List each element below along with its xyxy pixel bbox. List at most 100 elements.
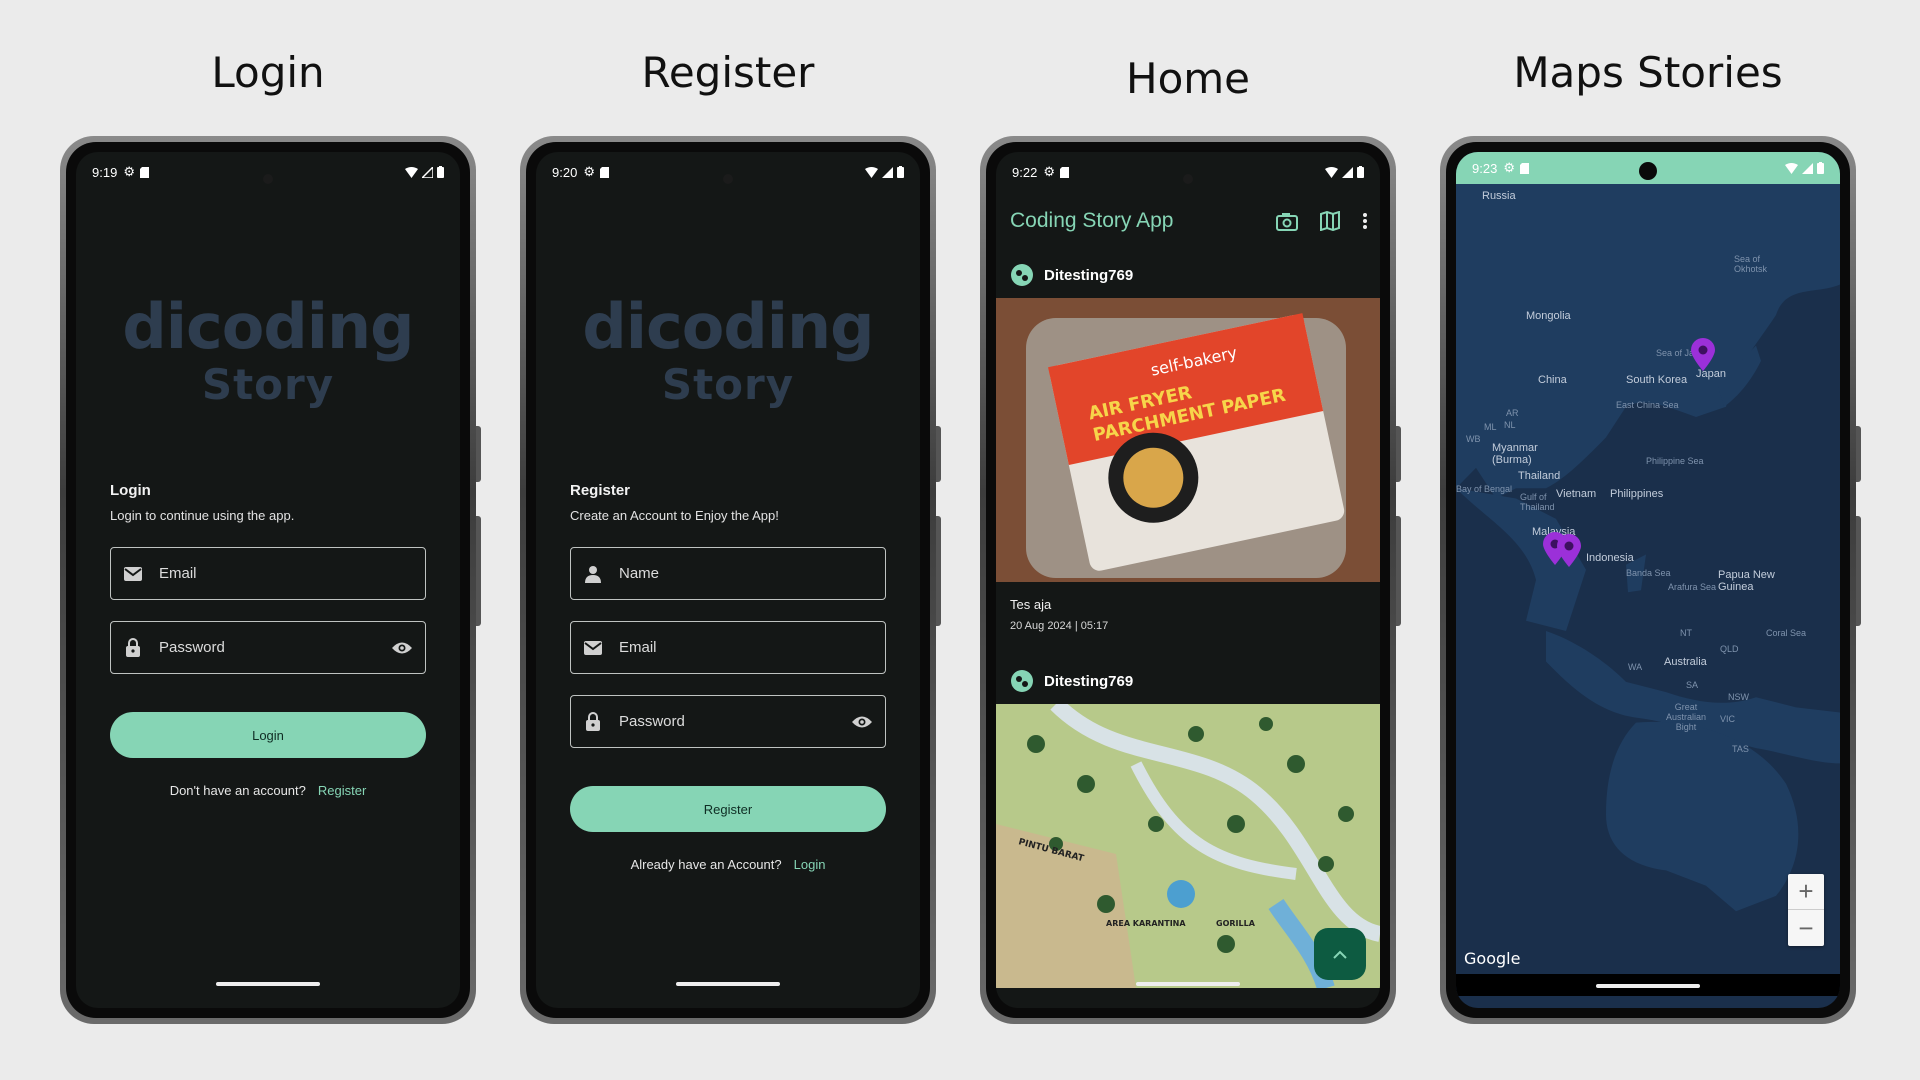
- gesture-bar[interactable]: [1136, 982, 1240, 986]
- story-description: Tes aja: [1010, 597, 1052, 612]
- zoom-in-button[interactable]: +: [1788, 874, 1824, 910]
- sim-card-icon: [1059, 166, 1069, 178]
- maps-screen-title: Maps Stories: [1513, 48, 1783, 97]
- email-placeholder: Email: [159, 565, 197, 582]
- map-icon[interactable]: [1320, 211, 1340, 231]
- logo-text-dicoding: dicoding: [122, 290, 414, 363]
- story-card-header[interactable]: Ditesting769: [1010, 263, 1133, 287]
- login-heading: Login: [110, 482, 151, 499]
- avatar-icon: [1011, 264, 1033, 286]
- map-text-area-karantina: AREA KARANTINA: [1106, 919, 1186, 928]
- sim-card-icon: [139, 166, 149, 178]
- have-account-text: Already have an Account?: [630, 857, 782, 872]
- wifi-icon: [405, 166, 418, 178]
- gear-icon: ⚙: [583, 164, 595, 179]
- story-map[interactable]: Russia Mongolia China South Korea Japan …: [1456, 152, 1840, 1008]
- maps-screen: Russia Mongolia China South Korea Japan …: [1456, 152, 1840, 1008]
- person-icon: [583, 564, 603, 584]
- avatar-icon: [1011, 670, 1033, 692]
- status-time: 9:23: [1472, 160, 1498, 176]
- status-bar: 9:19 ⚙: [76, 152, 460, 192]
- map-label-vic: VIC: [1720, 714, 1736, 724]
- map-label-wa: WA: [1628, 662, 1643, 672]
- no-account-text: Don't have an account?: [169, 783, 306, 798]
- map-label-nl: NL: [1504, 420, 1516, 430]
- map-label-ml: ML: [1484, 422, 1497, 432]
- login-screen: 9:19 ⚙ dicoding Story Login Login to con…: [76, 152, 460, 1008]
- register-link[interactable]: Register: [318, 783, 366, 798]
- zoom-control: + −: [1788, 874, 1824, 946]
- app-title: Coding Story App: [1010, 209, 1174, 232]
- logo-text-story: Story: [201, 360, 335, 409]
- zoom-out-button[interactable]: −: [1788, 910, 1824, 946]
- map-label-myanmar: Myanmar (Burma): [1492, 442, 1538, 466]
- status-bar: 9:20 ⚙: [536, 152, 920, 192]
- password-field[interactable]: Password: [110, 621, 426, 674]
- story-date: 20 Aug 2024 | 05:17: [1010, 620, 1109, 632]
- login-button[interactable]: Login: [110, 712, 426, 758]
- register-button[interactable]: Register: [570, 786, 886, 832]
- map-label-australia: Australia: [1664, 656, 1707, 668]
- map-label-sa: SA: [1686, 680, 1699, 690]
- sea-label-banda: Banda Sea: [1626, 568, 1671, 578]
- map-label-south-korea: South Korea: [1626, 374, 1688, 386]
- login-subheading: Login to continue using the app.: [110, 508, 295, 523]
- name-field[interactable]: Name: [570, 547, 886, 600]
- login-link[interactable]: Login: [794, 857, 826, 872]
- map-label-wb: WB: [1466, 434, 1481, 444]
- wifi-icon: [1785, 162, 1798, 174]
- google-attribution: Google: [1464, 949, 1521, 968]
- password-placeholder: Password: [619, 713, 685, 730]
- register-screen-title: Register: [641, 48, 815, 97]
- battery-icon: [1357, 166, 1364, 178]
- map-label-nsw: NSW: [1728, 692, 1749, 702]
- story-marker-japan[interactable]: [1690, 338, 1716, 372]
- front-camera: [1183, 174, 1193, 184]
- register-heading: Register: [570, 482, 631, 499]
- wifi-icon: [865, 166, 878, 178]
- email-field[interactable]: Email: [110, 547, 426, 600]
- front-camera: [723, 174, 733, 184]
- map-label-qld: QLD: [1720, 644, 1739, 654]
- story-marker-java-2[interactable]: [1556, 534, 1582, 568]
- story-card-header[interactable]: Ditesting769: [1010, 669, 1133, 693]
- app-bar: Coding Story App: [996, 192, 1380, 250]
- gesture-bar[interactable]: [1596, 984, 1700, 988]
- eye-icon[interactable]: [851, 715, 873, 729]
- email-field[interactable]: Email: [570, 621, 886, 674]
- wifi-icon: [1325, 166, 1338, 178]
- map-label-philippines: Philippines: [1610, 488, 1664, 500]
- login-prompt-row: Already have an Account? Login: [536, 857, 920, 872]
- signal-icon: [882, 166, 893, 178]
- map-label-mongolia: Mongolia: [1526, 310, 1571, 322]
- more-vert-icon[interactable]: [1362, 212, 1368, 230]
- sea-label-gulf-thailand: Gulf of Thailand: [1520, 492, 1555, 512]
- gesture-bar[interactable]: [216, 982, 320, 986]
- sea-label-arafura: Arafura Sea: [1668, 582, 1717, 592]
- add-photo-icon[interactable]: [1276, 211, 1298, 231]
- gesture-bar[interactable]: [676, 982, 780, 986]
- register-subheading: Create an Account to Enjoy the App!: [570, 508, 779, 523]
- front-camera: [1639, 162, 1657, 180]
- sea-label-great-australian-bight: Great Australian Bight: [1665, 702, 1707, 732]
- dicoding-story-logo: dicoding Story: [76, 292, 460, 408]
- password-field[interactable]: Password: [570, 695, 886, 748]
- map-label-ar: AR: [1506, 408, 1519, 418]
- home-screen: 9:22 ⚙ Coding Story App Ditesting769 sel…: [996, 152, 1380, 1008]
- battery-icon: [897, 166, 904, 178]
- lock-icon: [123, 637, 143, 658]
- map-text-gorilla: GORILLA: [1216, 919, 1256, 928]
- sim-card-icon: [1519, 162, 1529, 174]
- sea-label-coral: Coral Sea: [1766, 628, 1807, 638]
- status-time: 9:20: [552, 164, 578, 180]
- map-label-vietnam: Vietnam: [1556, 488, 1597, 500]
- home-screen-title: Home: [1125, 54, 1251, 103]
- story-photo[interactable]: self-bakery AIR FRYER PARCHMENT PAPER: [996, 298, 1380, 582]
- battery-icon: [437, 166, 444, 178]
- scroll-top-button[interactable]: [1314, 928, 1366, 980]
- dicoding-story-logo: dicoding Story: [536, 292, 920, 408]
- signal-icon: [1802, 162, 1813, 174]
- password-placeholder: Password: [159, 639, 225, 656]
- register-prompt-row: Don't have an account? Register: [76, 783, 460, 798]
- eye-icon[interactable]: [391, 641, 413, 655]
